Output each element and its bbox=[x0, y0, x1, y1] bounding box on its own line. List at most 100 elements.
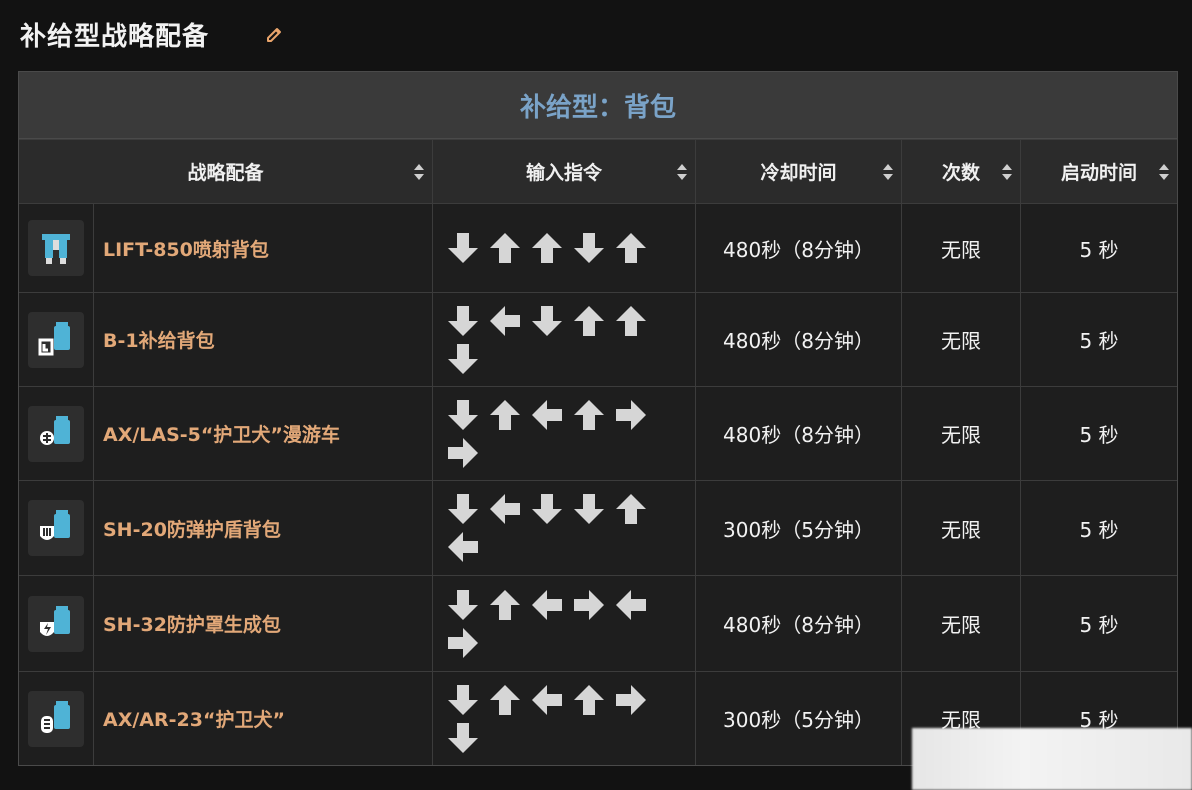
arrow-sequence bbox=[447, 684, 662, 754]
sort-icon[interactable] bbox=[883, 163, 893, 180]
arrow-down-icon bbox=[531, 493, 563, 525]
arrow-down-icon bbox=[573, 232, 605, 264]
table-row: SH-20防弹护盾背包 300秒（5分钟） 无限 5 秒 bbox=[19, 480, 1177, 575]
cooldown-value: 300秒（5分钟） bbox=[723, 517, 874, 542]
activation-value: 5 秒 bbox=[1079, 613, 1119, 637]
cooldown-value: 480秒（8分钟） bbox=[723, 423, 874, 447]
cooldown-cell: 480秒（8分钟） bbox=[696, 576, 902, 671]
arrow-down-icon bbox=[531, 305, 563, 337]
arrow-down-icon bbox=[447, 589, 479, 621]
uses-cell: 无限 bbox=[902, 387, 1021, 480]
uses-cell: 无限 bbox=[902, 576, 1021, 671]
arrow-up-icon bbox=[615, 232, 647, 264]
ballistic-shield-icon bbox=[28, 500, 84, 556]
activation-cell: 5 秒 bbox=[1021, 576, 1177, 671]
arrow-left-icon bbox=[489, 493, 521, 525]
sort-icon[interactable] bbox=[1002, 163, 1012, 180]
arrow-up-icon bbox=[489, 399, 521, 431]
cooldown-cell: 300秒（5分钟） bbox=[696, 481, 902, 575]
arrow-right-icon bbox=[447, 437, 479, 469]
stratagem-name: AX/AR-23“护卫犬” bbox=[103, 709, 285, 731]
uses-value: 无限 bbox=[941, 517, 981, 542]
column-header-activation[interactable]: 启动时间 bbox=[1021, 140, 1177, 203]
stratagem-icon-cell bbox=[19, 672, 94, 765]
column-header-label: 输入指令 bbox=[525, 162, 602, 184]
stratagem-name: LIFT-850喷射背包 bbox=[103, 238, 269, 261]
cooldown-cell: 480秒（8分钟） bbox=[696, 387, 902, 480]
stratagem-icon-cell bbox=[19, 293, 94, 386]
arrow-down-icon bbox=[573, 493, 605, 525]
input-cell bbox=[433, 387, 696, 480]
arrow-up-icon bbox=[573, 684, 605, 716]
stratagem-icon-cell bbox=[19, 481, 94, 575]
arrow-left-icon bbox=[531, 399, 563, 431]
table-row: AX/LAS-5“护卫犬”漫游车 480秒（8分钟） 无限 5 秒 bbox=[19, 386, 1177, 480]
arrow-right-icon bbox=[573, 589, 605, 621]
table-row: SH-32防护罩生成包 480秒（8分钟） 无限 5 秒 bbox=[19, 575, 1177, 671]
arrow-left-icon bbox=[489, 305, 521, 337]
stratagem-icon-cell bbox=[19, 204, 94, 292]
column-header-cooldown[interactable]: 冷却时间 bbox=[696, 140, 902, 203]
uses-cell: 无限 bbox=[902, 481, 1021, 575]
table-row: B-1补给背包 480秒（8分钟） 无限 5 秒 bbox=[19, 292, 1177, 386]
guard-dog-icon bbox=[28, 690, 84, 747]
stratagem-name-cell: SH-32防护罩生成包 bbox=[94, 576, 433, 671]
column-header-label: 战略配备 bbox=[187, 162, 264, 184]
arrow-left-icon bbox=[447, 531, 479, 563]
edit-pencil-icon[interactable] bbox=[265, 24, 285, 44]
arrow-up-icon bbox=[573, 305, 605, 337]
shield-generator-icon bbox=[28, 595, 84, 652]
activation-value: 5 秒 bbox=[1079, 517, 1119, 542]
column-header-label: 次数 bbox=[941, 162, 980, 184]
stratagem-name-cell: SH-20防弹护盾背包 bbox=[94, 481, 433, 575]
uses-value: 无限 bbox=[941, 423, 981, 447]
cooldown-cell: 480秒（8分钟） bbox=[696, 204, 902, 292]
stratagem-name: B-1补给背包 bbox=[103, 330, 215, 352]
activation-value: 5 秒 bbox=[1079, 329, 1119, 353]
cooldown-value: 300秒（5分钟） bbox=[723, 708, 874, 732]
arrow-up-icon bbox=[573, 399, 605, 431]
arrow-right-icon bbox=[447, 627, 479, 659]
input-cell bbox=[433, 576, 696, 671]
arrow-left-icon bbox=[531, 589, 563, 621]
cooldown-cell: 480秒（8分钟） bbox=[696, 293, 902, 386]
sort-icon[interactable] bbox=[414, 163, 424, 180]
column-header-label: 启动时间 bbox=[1060, 162, 1137, 184]
uses-cell: 无限 bbox=[902, 204, 1021, 292]
arrow-left-icon bbox=[531, 684, 563, 716]
column-header-label: 冷却时间 bbox=[760, 162, 837, 184]
activation-cell: 5 秒 bbox=[1021, 481, 1177, 575]
arrow-sequence bbox=[447, 493, 662, 563]
stratagem-name: SH-20防弹护盾背包 bbox=[103, 518, 281, 541]
uses-value: 无限 bbox=[941, 237, 981, 262]
activation-cell: 5 秒 bbox=[1021, 204, 1177, 292]
supply-pack-icon bbox=[28, 311, 84, 368]
stratagem-icon-cell bbox=[19, 387, 94, 480]
column-header-uses[interactable]: 次数 bbox=[902, 140, 1021, 203]
cooldown-value: 480秒（8分钟） bbox=[723, 237, 874, 262]
arrow-down-icon bbox=[447, 232, 479, 264]
column-header-stratagem[interactable]: 战略配备 bbox=[19, 140, 433, 203]
stratagem-name-cell: B-1补给背包 bbox=[94, 293, 433, 386]
arrow-up-icon bbox=[489, 684, 521, 716]
sort-icon[interactable] bbox=[1159, 163, 1169, 180]
arrow-sequence bbox=[447, 399, 662, 469]
arrow-down-icon bbox=[447, 493, 479, 525]
input-cell bbox=[433, 481, 696, 575]
sort-icon[interactable] bbox=[677, 163, 687, 180]
activation-value: 5 秒 bbox=[1079, 423, 1119, 447]
input-cell bbox=[433, 204, 696, 292]
activation-cell: 5 秒 bbox=[1021, 387, 1177, 480]
stratagem-name-cell: AX/LAS-5“护卫犬”漫游车 bbox=[94, 387, 433, 480]
column-header-input[interactable]: 输入指令 bbox=[433, 140, 696, 203]
arrow-sequence bbox=[447, 305, 662, 375]
uses-value: 无限 bbox=[941, 613, 981, 637]
input-cell bbox=[433, 293, 696, 386]
arrow-down-icon bbox=[447, 722, 479, 754]
uses-cell: 无限 bbox=[902, 293, 1021, 386]
cooldown-value: 480秒（8分钟） bbox=[723, 329, 874, 353]
stratagem-name: AX/LAS-5“护卫犬”漫游车 bbox=[103, 424, 340, 446]
cooldown-cell: 300秒（5分钟） bbox=[696, 672, 902, 765]
arrow-down-icon bbox=[447, 343, 479, 375]
arrow-down-icon bbox=[447, 305, 479, 337]
